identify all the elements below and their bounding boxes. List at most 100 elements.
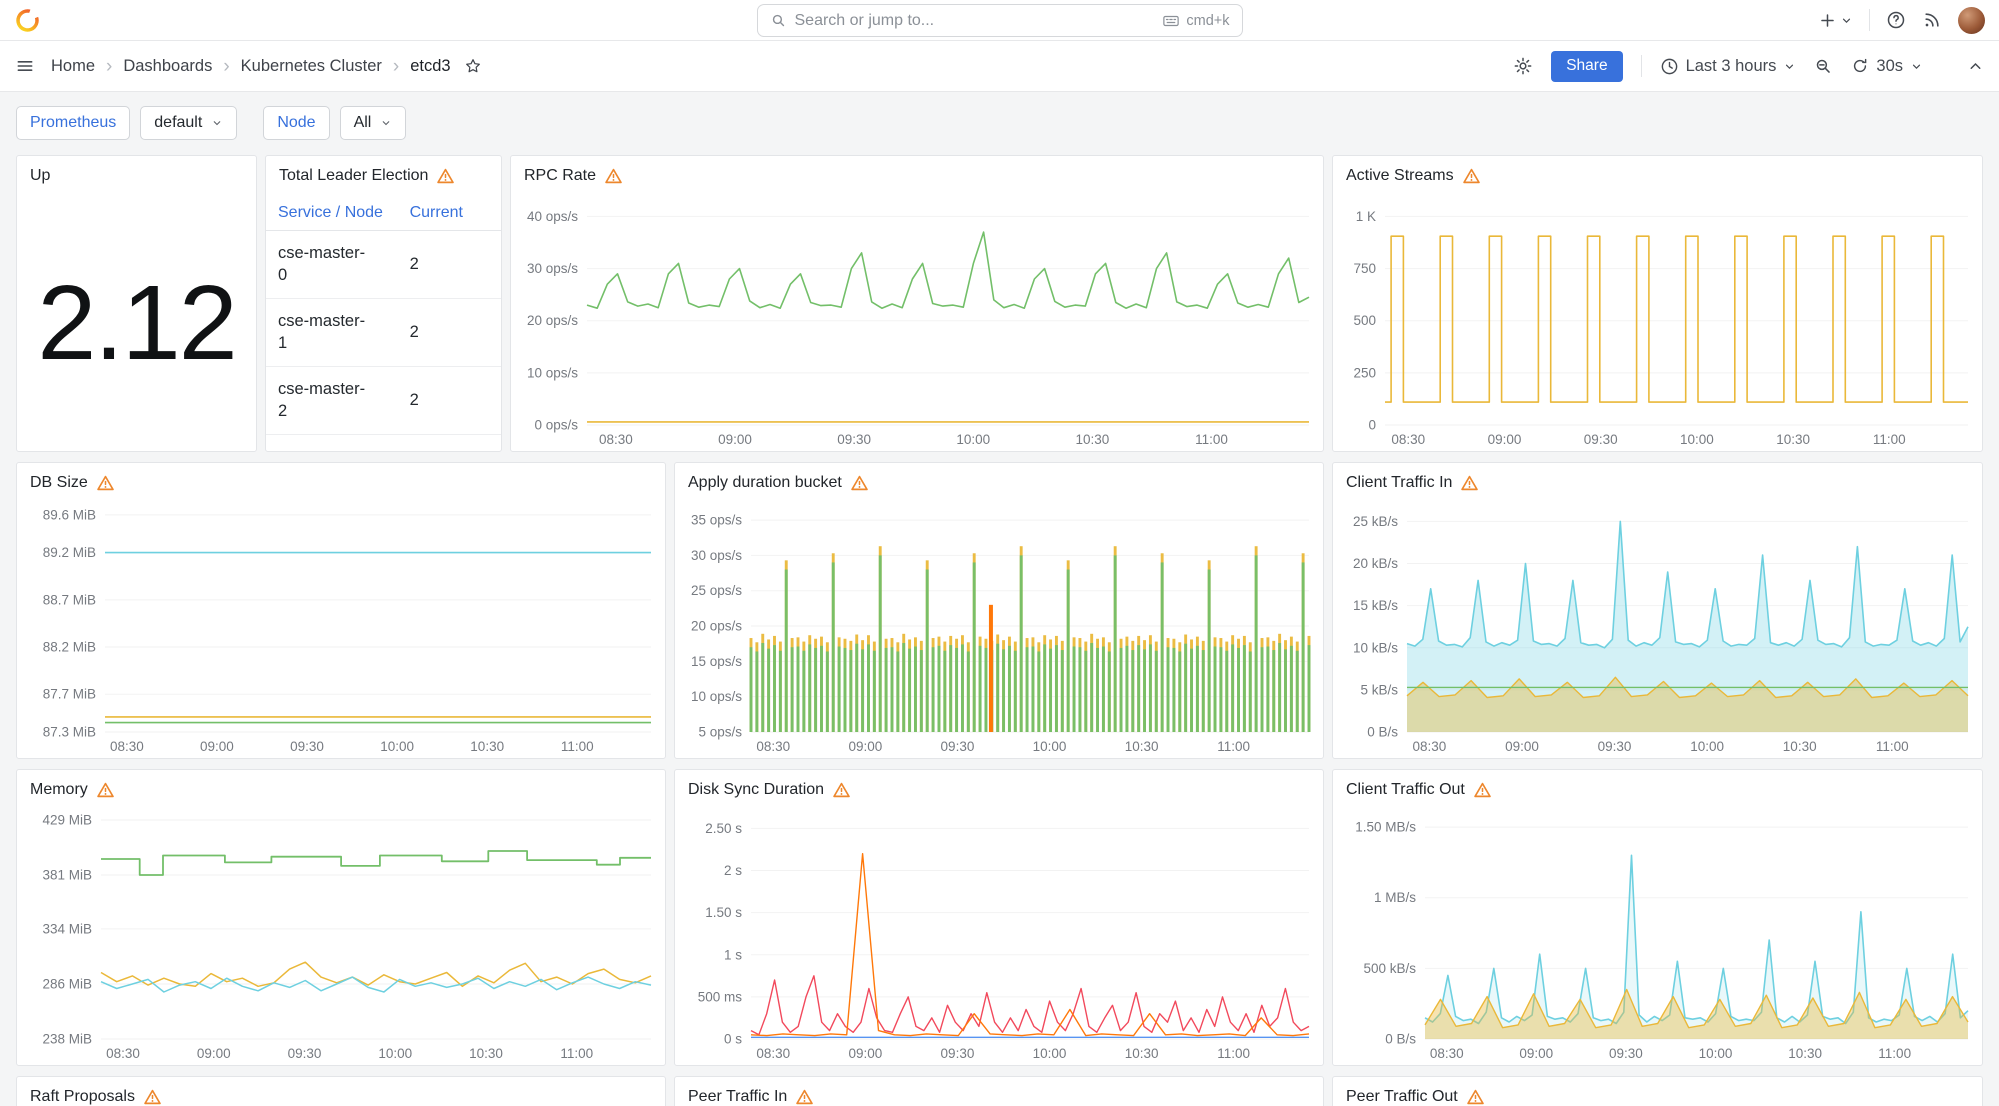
disk-sync-duration-chart[interactable]: 0 s500 ms1 s1.50 s2 s2.50 s08:3009:0009:… bbox=[675, 810, 1323, 1065]
svg-text:10:30: 10:30 bbox=[1076, 432, 1110, 447]
svg-text:238 MiB: 238 MiB bbox=[42, 1032, 92, 1047]
svg-text:30 ops/s: 30 ops/s bbox=[527, 261, 578, 276]
zoom-out-button[interactable] bbox=[1814, 57, 1833, 76]
panel-header[interactable]: Peer Traffic Out bbox=[1333, 1077, 1982, 1106]
svg-text:15 kB/s: 15 kB/s bbox=[1353, 598, 1398, 613]
active-streams-chart[interactable]: 02505007501 K08:3009:0009:3010:0010:3011… bbox=[1333, 196, 1982, 451]
panel-header[interactable]: Total Leader Election bbox=[266, 156, 501, 196]
svg-text:25 ops/s: 25 ops/s bbox=[691, 583, 742, 598]
svg-text:30 ops/s: 30 ops/s bbox=[691, 548, 742, 563]
breadcrumb-current: etcd3 bbox=[410, 57, 450, 76]
svg-text:334 MiB: 334 MiB bbox=[42, 921, 92, 936]
breadcrumb-separator: › bbox=[223, 57, 229, 76]
panel-client-traffic-out: Client Traffic Out 0 B/s500 kB/s1 MB/s1.… bbox=[1332, 769, 1983, 1066]
search-box[interactable]: cmd+k bbox=[757, 4, 1243, 37]
warning-icon[interactable] bbox=[437, 168, 454, 184]
panel-header[interactable]: Memory bbox=[17, 770, 665, 810]
svg-text:5 ops/s: 5 ops/s bbox=[698, 725, 742, 740]
cell-service: cse-master- 1 bbox=[266, 299, 398, 367]
panel-total-leader-election: Total Leader Election Service / Node Cur… bbox=[265, 155, 502, 452]
up-stat[interactable]: 2.12 bbox=[17, 196, 256, 451]
warning-icon[interactable] bbox=[851, 475, 868, 491]
datasource-select[interactable]: default bbox=[140, 106, 237, 140]
warning-icon[interactable] bbox=[1463, 168, 1480, 184]
table-row: cse-master- 0 2 bbox=[266, 231, 501, 299]
breadcrumb-home[interactable]: Home bbox=[51, 57, 95, 76]
datasource-label-button[interactable]: Prometheus bbox=[16, 106, 130, 140]
apply-duration-chart[interactable]: 5 ops/s10 ops/s15 ops/s20 ops/s25 ops/s3… bbox=[675, 503, 1323, 758]
time-range-picker[interactable]: Last 3 hours bbox=[1660, 57, 1797, 76]
warning-icon[interactable] bbox=[833, 782, 850, 798]
panel-up: Up 2.12 bbox=[16, 155, 257, 452]
news-button[interactable] bbox=[1922, 10, 1942, 30]
svg-text:09:30: 09:30 bbox=[1584, 432, 1618, 447]
svg-text:10:30: 10:30 bbox=[1125, 1046, 1159, 1061]
dashboard-settings-button[interactable] bbox=[1513, 56, 1533, 76]
node-variable-label[interactable]: Node bbox=[263, 106, 329, 140]
svg-text:11:00: 11:00 bbox=[1873, 432, 1906, 447]
svg-text:35 ops/s: 35 ops/s bbox=[691, 513, 742, 528]
panel-header[interactable]: Client Traffic Out bbox=[1333, 770, 1982, 810]
node-variable-select[interactable]: All bbox=[340, 106, 407, 140]
warning-icon[interactable] bbox=[1467, 1089, 1484, 1105]
top-bar: cmd+k bbox=[0, 0, 1999, 41]
svg-text:09:30: 09:30 bbox=[290, 739, 324, 754]
breadcrumb-separator: › bbox=[393, 57, 399, 76]
refresh-picker[interactable]: 30s bbox=[1851, 57, 1923, 76]
cell-current: 2 bbox=[398, 299, 501, 367]
svg-text:2.50 s: 2.50 s bbox=[705, 821, 742, 836]
hamburger-icon bbox=[15, 56, 35, 76]
client-traffic-out-chart[interactable]: 0 B/s500 kB/s1 MB/s1.50 MB/s08:3009:0009… bbox=[1333, 810, 1982, 1065]
panel-header[interactable]: Active Streams bbox=[1333, 156, 1982, 196]
warning-icon[interactable] bbox=[1461, 475, 1478, 491]
panel-title: Client Traffic In bbox=[1346, 474, 1452, 492]
svg-text:10:00: 10:00 bbox=[1033, 1046, 1067, 1061]
svg-text:10:30: 10:30 bbox=[470, 739, 504, 754]
panel-header[interactable]: Disk Sync Duration bbox=[675, 770, 1323, 810]
warning-icon[interactable] bbox=[605, 168, 622, 184]
table-header-current[interactable]: Current bbox=[398, 196, 501, 231]
rpc-rate-chart[interactable]: 0 ops/s10 ops/s20 ops/s30 ops/s40 ops/s0… bbox=[511, 196, 1323, 451]
warning-icon[interactable] bbox=[796, 1089, 813, 1105]
user-avatar[interactable] bbox=[1958, 7, 1985, 34]
svg-text:750: 750 bbox=[1353, 261, 1376, 276]
share-button[interactable]: Share bbox=[1551, 51, 1622, 82]
client-traffic-in-chart[interactable]: 0 B/s5 kB/s10 kB/s15 kB/s20 kB/s25 kB/s0… bbox=[1333, 503, 1982, 758]
collapse-toolbar-button[interactable] bbox=[1967, 58, 1984, 75]
svg-text:09:00: 09:00 bbox=[1488, 432, 1522, 447]
grafana-logo[interactable] bbox=[14, 7, 41, 34]
svg-text:09:00: 09:00 bbox=[848, 1046, 882, 1061]
warning-icon[interactable] bbox=[97, 782, 114, 798]
warning-icon[interactable] bbox=[97, 475, 114, 491]
panel-header[interactable]: Peer Traffic In bbox=[675, 1077, 1323, 1106]
panel-header[interactable]: Apply duration bucket bbox=[675, 463, 1323, 503]
search-input[interactable] bbox=[795, 12, 1155, 30]
help-icon bbox=[1886, 10, 1906, 30]
panel-header[interactable]: RPC Rate bbox=[511, 156, 1323, 196]
table-header-service-node[interactable]: Service / Node bbox=[266, 196, 398, 231]
help-button[interactable] bbox=[1886, 10, 1906, 30]
panel-header[interactable]: Up bbox=[17, 156, 256, 196]
svg-text:11:00: 11:00 bbox=[1217, 1046, 1250, 1061]
breadcrumb-folder[interactable]: Kubernetes Cluster bbox=[241, 57, 382, 76]
panel-active-streams: Active Streams 02505007501 K08:3009:0009… bbox=[1332, 155, 1983, 452]
menu-button[interactable] bbox=[15, 56, 35, 76]
node-variable-value: All bbox=[354, 114, 372, 132]
search-icon bbox=[770, 12, 787, 29]
favorite-star-icon[interactable] bbox=[464, 57, 482, 75]
svg-text:11:00: 11:00 bbox=[1217, 739, 1250, 754]
svg-text:09:30: 09:30 bbox=[1609, 1046, 1643, 1061]
warning-icon[interactable] bbox=[144, 1089, 161, 1105]
db-size-chart[interactable]: 89.6 MiB89.2 MiB88.7 MiB88.2 MiB87.7 MiB… bbox=[17, 503, 665, 758]
keyboard-shortcut: cmd+k bbox=[1162, 12, 1229, 30]
svg-text:25 kB/s: 25 kB/s bbox=[1353, 514, 1398, 529]
panel-header[interactable]: Raft Proposals bbox=[17, 1077, 665, 1106]
breadcrumb-dashboards[interactable]: Dashboards bbox=[123, 57, 212, 76]
warning-icon[interactable] bbox=[1474, 782, 1491, 798]
clock-icon bbox=[1660, 57, 1679, 76]
panel-header[interactable]: DB Size bbox=[17, 463, 665, 503]
panel-title: Peer Traffic Out bbox=[1346, 1088, 1458, 1106]
add-button[interactable] bbox=[1818, 11, 1853, 30]
memory-chart[interactable]: 429 MiB381 MiB334 MiB286 MiB238 MiB08:30… bbox=[17, 810, 665, 1065]
panel-header[interactable]: Client Traffic In bbox=[1333, 463, 1982, 503]
